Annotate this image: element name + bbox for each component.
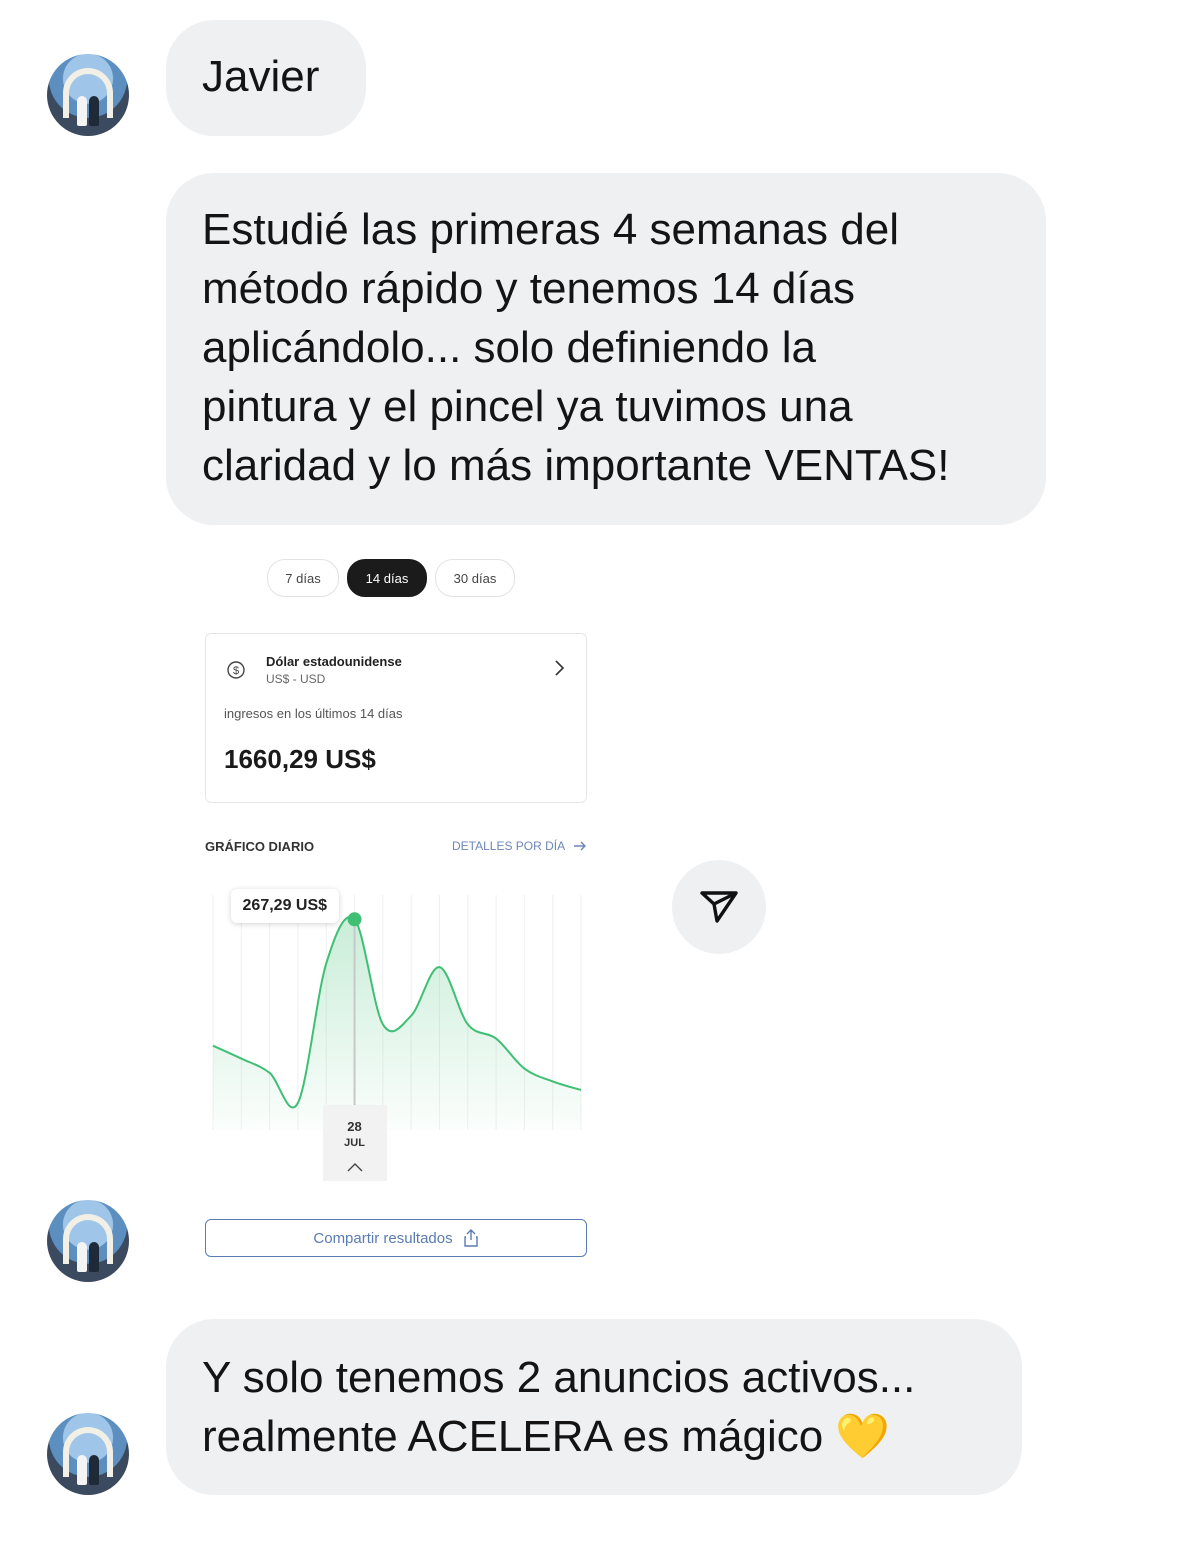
share-icon — [463, 1229, 478, 1247]
sender-name: Javier — [202, 52, 320, 101]
currency-name: Dólar estadounidense — [266, 654, 402, 669]
daily-income-chart[interactable] — [195, 875, 605, 1195]
income-label: ingresos en los últimos 14 días — [224, 706, 403, 721]
tooltip-value: 267,29 US$ — [242, 897, 328, 914]
period-tab-7[interactable]: 7 días — [267, 559, 339, 597]
chart-section-title: GRÁFICO DIARIO — [205, 839, 315, 854]
period-tab-14[interactable]: 14 días — [347, 559, 427, 597]
send-icon — [700, 891, 738, 923]
value-tooltip: 267,29 US$ — [230, 889, 340, 923]
arrow-right-icon — [574, 841, 587, 851]
avatar-figure — [89, 1242, 99, 1272]
selected-month: JUL — [344, 1137, 365, 1149]
message-bubble[interactable]: Estudié las primeras 4 semanas del métod… — [166, 173, 1046, 525]
avatar-figure — [89, 1455, 99, 1485]
avatar-figure — [77, 1242, 87, 1272]
avatar-arch — [63, 1214, 113, 1264]
period-tab-30[interactable]: 30 días — [435, 559, 515, 597]
dollar-icon: $ — [227, 661, 245, 679]
currency-card[interactable]: $ Dólar estadounidense US$ - USD ingreso… — [205, 633, 587, 803]
avatar-arch — [63, 68, 113, 118]
chevron-up-icon[interactable] — [345, 1161, 365, 1173]
avatar[interactable] — [47, 1200, 129, 1282]
sender-name-bubble[interactable]: Javier — [166, 20, 366, 136]
chart-area — [213, 916, 581, 1130]
avatar-figure — [89, 96, 99, 126]
period-tab-label: 7 días — [285, 570, 321, 586]
avatar-figure — [77, 96, 87, 126]
shared-screenshot[interactable]: 7 días 14 días 30 días $ Dólar estadouni… — [195, 545, 605, 1275]
send-button[interactable] — [672, 860, 766, 954]
currency-code: US$ - USD — [266, 672, 326, 686]
svg-text:$: $ — [233, 665, 239, 677]
share-results-label: Compartir resultados — [313, 1229, 453, 1247]
period-tab-label: 14 días — [365, 570, 409, 586]
share-results-button[interactable]: Compartir resultados — [205, 1219, 587, 1257]
avatar[interactable] — [47, 1413, 129, 1495]
avatar[interactable] — [47, 54, 129, 136]
avatar-figure — [77, 1455, 87, 1485]
message-bubble[interactable]: Y solo tenemos 2 anuncios activos... rea… — [166, 1319, 1022, 1495]
details-link[interactable]: DETALLES POR DÍA — [452, 839, 587, 853]
message-text: Y solo tenemos 2 anuncios activos... rea… — [202, 1353, 916, 1461]
chevron-right-icon[interactable] — [552, 658, 566, 678]
details-link-label: DETALLES POR DÍA — [452, 839, 566, 853]
income-total: 1660,29 US$ — [224, 744, 376, 774]
highlighted-point[interactable] — [347, 912, 362, 927]
avatar-arch — [63, 1427, 113, 1477]
period-tab-label: 30 días — [453, 570, 497, 586]
message-text: Estudié las primeras 4 semanas del métod… — [202, 205, 950, 490]
selected-day: 28 — [347, 1119, 362, 1134]
